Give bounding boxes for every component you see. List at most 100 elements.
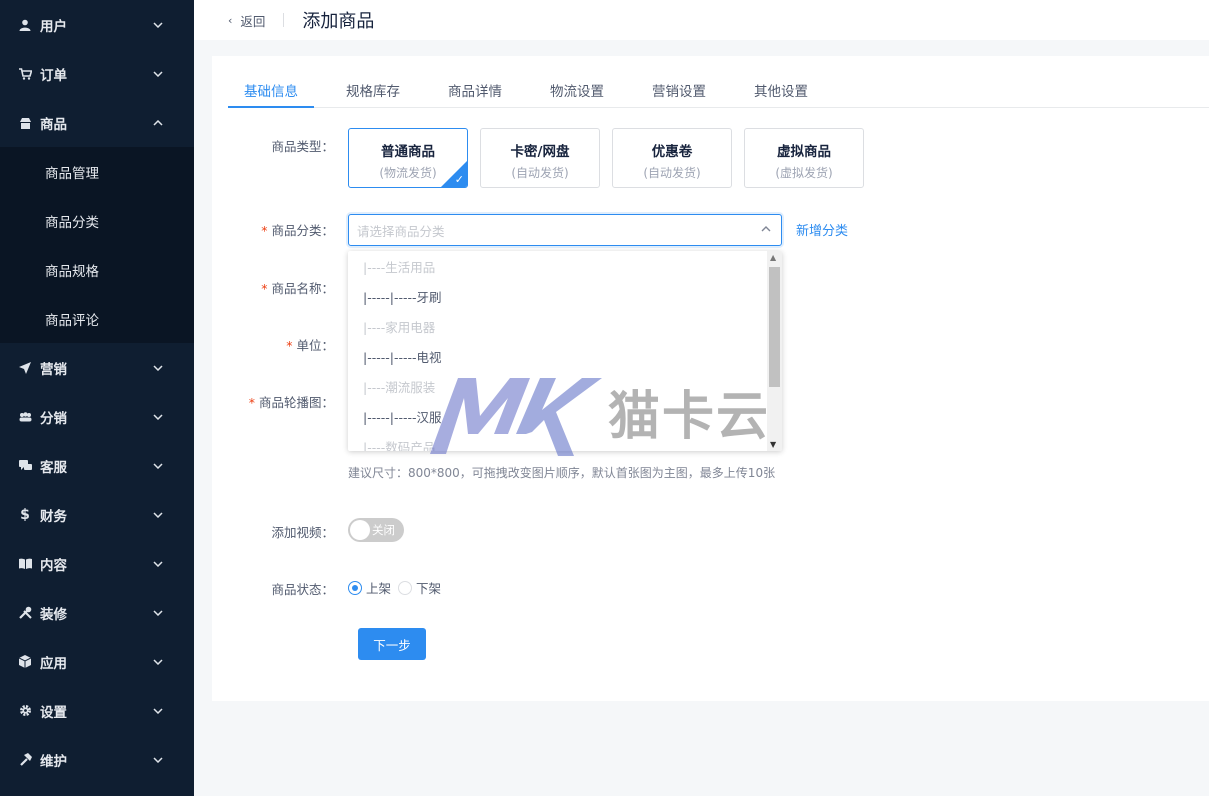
type-option-name: 普通商品 <box>381 144 435 160</box>
product-submenu: 商品管理 商品分类 商品规格 商品评论 <box>0 147 194 343</box>
submenu-item-product-review[interactable]: 商品评论 <box>0 294 194 343</box>
sidebar-item-apps[interactable]: 应用 <box>0 637 194 686</box>
required-mark: * <box>261 223 268 238</box>
sidebar-item-label: 分销 <box>40 410 67 427</box>
dropdown-option: |----家用电器 <box>363 319 436 335</box>
carousel-label-text: 商品轮播图： <box>258 395 334 410</box>
category-select[interactable]: 请选择商品分类 <box>348 214 782 246</box>
type-option-name: 卡密/网盘 <box>510 144 570 160</box>
status-label: 商品状态： <box>271 582 334 597</box>
tab-product-detail[interactable]: 商品详情 <box>432 70 518 107</box>
sidebar-item-customer-service[interactable]: 客服 <box>0 441 194 490</box>
dropdown-option: |----数码产品 <box>363 439 436 452</box>
back-label: 返回 <box>240 13 266 29</box>
book-icon <box>18 557 32 571</box>
category-label-text: 商品分类： <box>271 223 334 238</box>
gear-icon <box>18 704 32 718</box>
type-option-physical[interactable]: 普通商品 (物流发货) ✓ <box>348 128 468 188</box>
chevron-up-icon <box>152 117 164 129</box>
sidebar-item-order[interactable]: 订单 <box>0 49 194 98</box>
form-card: 基础信息 规格库存 商品详情 物流设置 营销设置 其他设置 商品类型： 普通商品… <box>212 56 1209 701</box>
type-option-coupon[interactable]: 优惠卷 (自动发货) <box>612 128 732 188</box>
sidebar-item-marketing[interactable]: 营销 <box>0 343 194 392</box>
required-mark: * <box>248 395 255 410</box>
next-button[interactable]: 下一步 <box>358 628 426 660</box>
sidebar-item-label: 内容 <box>40 557 67 574</box>
chevron-left-icon: ‹ <box>228 13 233 27</box>
chevron-down-icon <box>152 411 164 423</box>
sidebar-item-label: 设置 <box>40 704 67 721</box>
scroll-down-icon[interactable]: ▼ <box>770 440 776 449</box>
sidebar-item-user[interactable]: 用户 <box>0 0 194 49</box>
tab-other[interactable]: 其他设置 <box>738 70 824 107</box>
sidebar-item-distribution[interactable]: 分销 <box>0 392 194 441</box>
product-type-label: 商品类型： <box>271 139 334 154</box>
video-toggle[interactable]: 关闭 <box>348 518 404 542</box>
unit-label: * 单位： <box>212 335 334 354</box>
tab-spec-stock[interactable]: 规格库存 <box>330 70 416 107</box>
type-option-virtual[interactable]: 虚拟商品 (虚拟发货) <box>744 128 864 188</box>
header-divider <box>283 13 285 27</box>
page-header: ‹ 返回 添加商品 <box>194 0 1209 40</box>
sidebar-item-product[interactable]: 商品 <box>0 98 194 147</box>
sidebar-item-label: 维护 <box>40 753 67 770</box>
sidebar-item-label: 用户 <box>40 18 67 35</box>
dropdown-scrollbar[interactable]: ▲ ▼ <box>767 251 782 451</box>
status-off-label: 下架 <box>416 581 442 596</box>
scrollbar-thumb[interactable] <box>769 267 780 387</box>
tab-basic-info[interactable]: 基础信息 <box>228 70 314 108</box>
radio-dot <box>348 580 362 595</box>
chat-icon <box>18 459 32 473</box>
unit-label-text: 单位： <box>296 338 334 353</box>
dropdown-option[interactable]: |-----|-----牙刷 <box>348 281 782 311</box>
tab-logistics[interactable]: 物流设置 <box>534 70 620 107</box>
scroll-up-icon[interactable]: ▲ <box>770 253 776 262</box>
submenu-item-product-management[interactable]: 商品管理 <box>0 147 194 196</box>
submenu-item-product-spec[interactable]: 商品规格 <box>0 245 194 294</box>
sidebar-item-content[interactable]: 内容 <box>0 539 194 588</box>
sidebar-item-label: 商品 <box>40 116 67 133</box>
check-icon: ✓ <box>454 173 464 186</box>
sidebar: 用户 订单 商品 商品管理 商品分类 商品规格 商品评论 营销 分销 客服 $ … <box>0 0 194 796</box>
product-name-label: * 商品名称： <box>212 278 334 297</box>
type-option-sub: (虚拟发货) <box>775 166 833 180</box>
back-button[interactable]: ‹ 返回 <box>228 11 265 30</box>
status-on-label: 上架 <box>366 581 392 596</box>
user-icon <box>18 18 32 32</box>
tab-marketing[interactable]: 营销设置 <box>636 70 722 107</box>
dropdown-option: |----生活用品 <box>363 259 436 275</box>
chevron-down-icon <box>152 460 164 472</box>
type-option-sub: (自动发货) <box>511 166 569 180</box>
status-radio-on[interactable]: 上架 <box>348 578 391 597</box>
category-placeholder: 请选择商品分类 <box>357 223 445 239</box>
cube-icon <box>18 655 32 669</box>
submenu-item-product-category[interactable]: 商品分类 <box>0 196 194 245</box>
dropdown-option[interactable]: |-----|-----汉服 <box>348 401 782 431</box>
chevron-down-icon <box>152 509 164 521</box>
sidebar-item-decoration[interactable]: 装修 <box>0 588 194 637</box>
type-option-sub: (自动发货) <box>643 166 701 180</box>
sidebar-item-maintenance[interactable]: 维护 <box>0 735 194 784</box>
chevron-down-icon <box>152 362 164 374</box>
tools-icon <box>18 606 32 620</box>
type-option-card-netdisk[interactable]: 卡密/网盘 (自动发货) <box>480 128 600 188</box>
required-mark: * <box>286 338 293 353</box>
chevron-down-icon <box>152 705 164 717</box>
required-mark: * <box>261 281 268 296</box>
dropdown-option[interactable]: |-----|-----电视 <box>348 341 782 371</box>
chevron-down-icon <box>152 607 164 619</box>
product-name-label-text: 商品名称： <box>271 281 334 296</box>
add-category-link[interactable]: 新增分类 <box>796 220 848 239</box>
status-radio-off[interactable]: 下架 <box>398 578 441 597</box>
sidebar-item-label: 财务 <box>40 508 67 525</box>
chevron-down-icon <box>152 656 164 668</box>
category-dropdown: |----生活用品 |-----|-----牙刷 |----家用电器 |----… <box>348 251 782 451</box>
sidebar-item-finance[interactable]: $ 财务 <box>0 490 194 539</box>
category-label: * 商品分类： <box>212 220 334 239</box>
cart-icon <box>18 67 32 81</box>
carousel-label: * 商品轮播图： <box>212 392 334 411</box>
carousel-hint: 建议尺寸：800*800，可拖拽改变图片顺序，默认首张图为主图，最多上传10张 <box>348 466 776 480</box>
sidebar-item-settings[interactable]: 设置 <box>0 686 194 735</box>
sidebar-item-label: 订单 <box>40 67 67 84</box>
chevron-down-icon <box>152 68 164 80</box>
